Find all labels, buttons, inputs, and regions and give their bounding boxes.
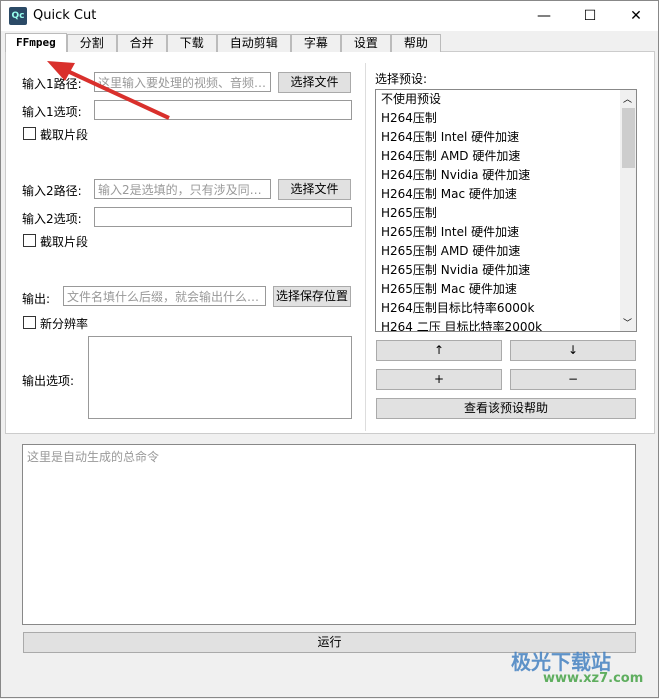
watermark-url: www.xz7.com xyxy=(543,671,644,686)
arrow-shaft xyxy=(62,67,170,120)
annotation-arrow xyxy=(47,61,170,120)
